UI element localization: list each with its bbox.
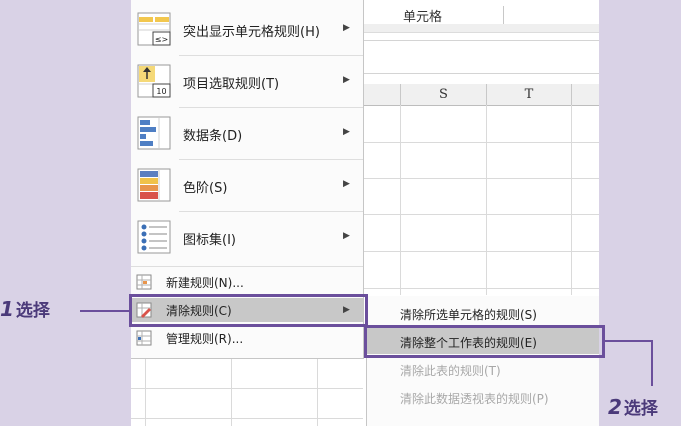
ribbon-separator xyxy=(503,6,504,24)
step2-highlight-frame xyxy=(364,325,605,358)
grid-vline xyxy=(571,105,572,295)
color-scales-icon xyxy=(137,168,171,202)
submenu-item-clear-this-table: 清除此表的规则(T) xyxy=(367,356,599,382)
icon-sets-icon xyxy=(137,220,171,254)
menu-item-data-bars[interactable]: 数据条(D) ▶ xyxy=(131,108,363,158)
column-header-t[interactable]: T xyxy=(487,84,572,106)
submenu-arrow-icon: ▶ xyxy=(343,23,350,33)
column-header-blank[interactable] xyxy=(363,84,401,106)
menu-item-label: 数据条(D) xyxy=(183,129,243,144)
submenu-item-label: 清除此表的规则(T) xyxy=(400,364,501,378)
step1-callout: 1 选择 xyxy=(0,296,50,321)
step1-text: 选择 xyxy=(15,301,50,321)
grid-hline xyxy=(363,142,599,143)
menu-item-label: 管理规则(R)... xyxy=(166,332,244,346)
grid-vline xyxy=(145,358,146,426)
grid-hline xyxy=(363,178,599,179)
submenu-item-label: 清除此数据透视表的规则(P) xyxy=(400,392,549,406)
submenu-item-clear-this-pivot-table: 清除此数据透视表的规则(P) xyxy=(367,384,599,410)
column-header-next[interactable] xyxy=(572,84,599,106)
submenu-arrow-icon: ▶ xyxy=(343,75,350,85)
submenu-arrow-icon: ▶ xyxy=(343,127,350,137)
grid-vline xyxy=(317,358,318,426)
submenu-item-clear-selected-cells[interactable]: 清除所选单元格的规则(S) xyxy=(367,300,599,326)
step2-number: 2 xyxy=(608,395,622,419)
step1-leader xyxy=(80,310,131,312)
submenu-item-label: 清除所选单元格的规则(S) xyxy=(400,308,537,322)
menu-item-label: 图标集(I) xyxy=(183,233,236,248)
menu-item-label: 突出显示单元格规则(H) xyxy=(183,25,320,40)
grid-hline xyxy=(131,388,363,389)
step2-leader-h xyxy=(605,340,653,342)
submenu-arrow-icon: ▶ xyxy=(343,231,350,241)
cells-group-label: 单元格 xyxy=(403,10,443,25)
menu-separator xyxy=(131,266,363,267)
menu-item-new-rule[interactable]: 新建规则(N)... xyxy=(131,270,363,294)
menu-item-manage-rules[interactable]: 管理规则(R)... xyxy=(131,326,363,350)
grid-hline xyxy=(131,418,363,419)
menu-item-color-scales[interactable]: 色阶(S) ▶ xyxy=(131,160,363,210)
grid-vline xyxy=(231,358,232,426)
menu-item-highlight-cells-rules[interactable]: ≤> 突出显示单元格规则(H) ▶ xyxy=(131,4,363,54)
step2-text: 选择 xyxy=(623,399,658,419)
top-bottom-rules-icon: 10 xyxy=(137,64,171,98)
excel-screenshot: 单元格 S T ≤> 突出显示单元格规则(H) ▶ 10 项目选取规则(T) ▶… xyxy=(131,0,599,426)
data-bars-icon xyxy=(137,116,171,150)
grid-vline xyxy=(400,105,401,295)
step1-highlight-frame xyxy=(129,294,368,327)
highlight-cells-rules-icon: ≤> xyxy=(137,12,171,46)
submenu-arrow-icon: ▶ xyxy=(343,179,350,189)
column-header-s[interactable]: S xyxy=(401,84,487,106)
new-rule-icon xyxy=(136,274,152,290)
step1-number: 1 xyxy=(0,297,14,321)
menu-item-label: 色阶(S) xyxy=(183,181,228,196)
grid-hline xyxy=(363,251,599,252)
menu-item-label: 项目选取规则(T) xyxy=(183,77,280,92)
menu-item-label: 新建规则(N)... xyxy=(166,276,244,290)
menu-item-icon-sets[interactable]: 图标集(I) ▶ xyxy=(131,212,363,262)
formula-bar-area xyxy=(363,40,599,74)
step2-callout: 2 选择 xyxy=(608,394,658,419)
grid-vline xyxy=(486,105,487,295)
svg-text:≤>: ≤> xyxy=(155,35,168,44)
menu-item-top-bottom-rules[interactable]: 10 项目选取规则(T) ▶ xyxy=(131,56,363,106)
grid-hline xyxy=(363,214,599,215)
manage-rules-icon xyxy=(136,330,152,346)
grid-hline xyxy=(363,288,599,289)
step2-leader-v xyxy=(651,340,653,386)
clear-rules-submenu: 清除所选单元格的规则(S) 清除整个工作表的规则(E) 清除此表的规则(T) 清… xyxy=(366,296,599,426)
ribbon-bottom xyxy=(363,24,599,33)
svg-text:10: 10 xyxy=(156,87,166,96)
